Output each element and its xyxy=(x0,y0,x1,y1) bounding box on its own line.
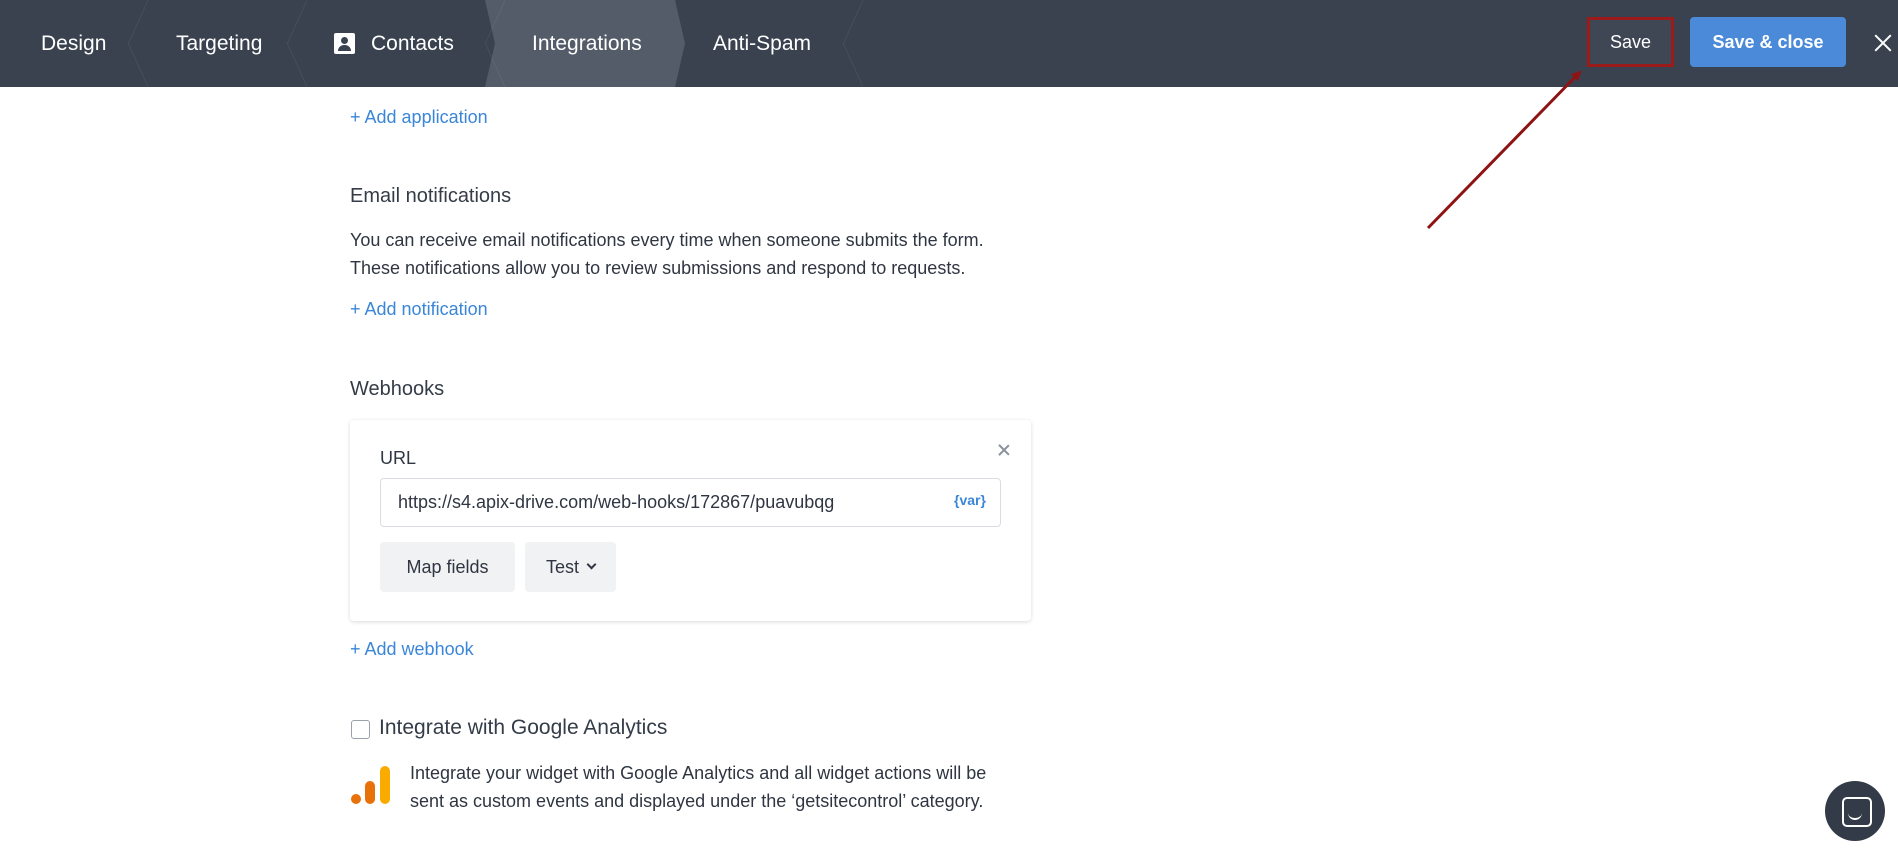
remove-webhook-close-icon[interactable] xyxy=(997,443,1011,457)
save-and-close-button[interactable]: Save & close xyxy=(1690,17,1846,67)
google-analytics-description-line1: Integrate your widget with Google Analyt… xyxy=(410,763,987,783)
close-icon[interactable] xyxy=(1871,31,1895,55)
webhooks-title: Webhooks xyxy=(350,378,445,400)
tab-contacts[interactable]: Contacts xyxy=(297,0,505,87)
add-notification-link[interactable]: + Add notification xyxy=(350,299,488,320)
test-dropdown-button[interactable]: Test xyxy=(525,542,616,592)
tab-contacts-label: Contacts xyxy=(371,31,454,55)
tab-targeting-label: Targeting xyxy=(176,31,263,55)
tab-targeting[interactable]: Targeting xyxy=(138,0,307,87)
tab-integrations-label: Integrations xyxy=(532,31,642,55)
tab-integrations[interactable]: Integrations xyxy=(495,0,675,87)
insert-variable-button[interactable]: {var} xyxy=(954,492,986,508)
tab-design[interactable]: Design xyxy=(0,0,148,87)
map-fields-button[interactable]: Map fields xyxy=(380,542,515,592)
email-notifications-title: Email notifications xyxy=(350,185,512,207)
tab-list: Design Targeting Contacts Integrations A… xyxy=(0,0,863,87)
email-notifications-description-line1: You can receive email notifications ever… xyxy=(350,230,984,250)
google-analytics-description-line2: sent as custom events and displayed unde… xyxy=(410,791,984,811)
tab-anti-spam-label: Anti-Spam xyxy=(713,31,812,55)
url-label: URL xyxy=(380,448,417,468)
test-label: Test xyxy=(545,556,579,577)
google-analytics-checkbox[interactable] xyxy=(351,720,370,739)
webhook-card: URL {var} Map fields Test xyxy=(350,420,1031,621)
chevron-down-icon xyxy=(586,559,597,570)
top-navigation-bar: Design Targeting Contacts Integrations A… xyxy=(0,0,1898,87)
email-notifications-description-line2: These notifications allow you to review … xyxy=(350,258,966,278)
google-analytics-checkbox-label[interactable]: Integrate with Google Analytics xyxy=(379,716,667,740)
chat-support-icon[interactable] xyxy=(1825,781,1885,841)
tab-anti-spam[interactable]: Anti-Spam xyxy=(675,0,863,87)
save-button[interactable]: Save xyxy=(1587,17,1674,67)
webhook-url-input[interactable] xyxy=(380,478,1001,527)
add-application-link[interactable]: + Add application xyxy=(350,107,488,128)
contact-card-icon xyxy=(334,33,355,54)
tab-design-label: Design xyxy=(41,31,107,55)
map-fields-label: Map fields xyxy=(406,556,489,577)
google-analytics-icon xyxy=(350,764,392,806)
add-webhook-link[interactable]: + Add webhook xyxy=(350,639,474,660)
